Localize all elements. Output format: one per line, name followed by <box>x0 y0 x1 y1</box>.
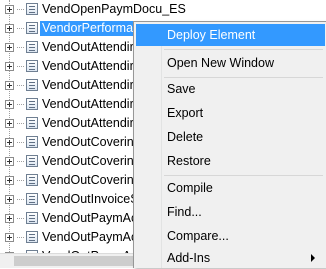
menu-item-label: Add-Ins <box>167 251 211 265</box>
menu-item-label: Export <box>167 106 204 120</box>
tree-node-label: VendOutAttendir <box>42 59 134 73</box>
tree-node-label: VendOutCoverin <box>42 154 134 168</box>
menu-item-label: Open New Window <box>167 56 274 70</box>
tree-node-label: VendorPerforma <box>40 21 136 36</box>
expand-icon[interactable] <box>5 24 14 33</box>
menu-item-deploy-element[interactable]: Deploy Element <box>136 24 325 46</box>
expand-icon[interactable] <box>5 43 14 52</box>
menu-item-restore[interactable]: Restore <box>136 150 325 172</box>
table-icon <box>26 136 38 148</box>
tree-node-label: VendOutAttendir <box>42 40 134 54</box>
menu-item-label: Find... <box>167 205 202 219</box>
menu-item-compare[interactable]: Compare... <box>136 225 325 247</box>
tree-connector <box>17 180 24 181</box>
table-icon <box>26 231 38 243</box>
tree-node-label: VendOutPaymAc <box>42 211 138 225</box>
menu-item-label: Restore <box>167 154 211 168</box>
expand-icon[interactable] <box>5 214 14 223</box>
menu-separator <box>164 49 323 50</box>
expand-icon[interactable] <box>5 138 14 147</box>
table-icon <box>26 212 38 224</box>
table-icon <box>26 3 38 15</box>
tree-connector <box>17 123 24 124</box>
menu-item-label: Deploy Element <box>167 28 256 42</box>
tree-node[interactable]: VendOpenPaymDocu_ES <box>0 0 326 19</box>
tree-node-label: VendOpenPaymDocu_ES <box>42 2 186 16</box>
tree-connector <box>17 199 24 200</box>
tree-node-label: VendOutCoverin <box>42 135 134 149</box>
tree-connector <box>17 9 24 10</box>
menu-item-label: Compare... <box>167 229 229 243</box>
tree-connector <box>17 66 24 67</box>
tree-connector <box>17 85 24 86</box>
menu-item-open-new-window[interactable]: Open New Window <box>136 52 325 74</box>
tree-node-label: VendOutAttendir <box>42 97 134 111</box>
expand-icon[interactable] <box>5 119 14 128</box>
table-icon <box>26 155 38 167</box>
menu-item-export[interactable]: Export <box>136 102 325 124</box>
expand-icon[interactable] <box>5 195 14 204</box>
menu-item-find[interactable]: Find... <box>136 201 325 223</box>
expand-icon[interactable] <box>5 5 14 14</box>
tree-node-label: VendOutAttendir <box>42 116 134 130</box>
menu-item-add-ins[interactable]: Add-Ins <box>136 247 325 269</box>
tree-connector <box>17 161 24 162</box>
menu-item-label: Compile <box>167 181 213 195</box>
tree-node-label: VendOutInvoiceS <box>42 192 139 206</box>
tree-connector <box>17 237 24 238</box>
tree-node-label: VendOutCoverin <box>42 173 134 187</box>
menu-item-label: Delete <box>167 130 204 144</box>
table-icon <box>26 98 38 110</box>
submenu-arrow-icon <box>311 254 315 262</box>
expand-icon[interactable] <box>5 62 14 71</box>
menu-item-label: Save <box>167 82 196 96</box>
table-icon <box>26 60 38 72</box>
tree-connector <box>17 28 24 29</box>
expand-icon[interactable] <box>5 100 14 109</box>
expand-icon[interactable] <box>5 81 14 90</box>
menu-item-compile[interactable]: Compile <box>136 177 325 199</box>
menu-item-delete[interactable]: Delete <box>136 126 325 148</box>
table-icon <box>26 193 38 205</box>
menu-item-save[interactable]: Save <box>136 78 325 100</box>
tree-node-label: VendOutAttendir <box>42 78 134 92</box>
tree-node-label: VendOutPaymAc <box>42 230 138 244</box>
context-menu: Deploy Element Open New Window Save Expo… <box>133 21 326 268</box>
expand-icon[interactable] <box>5 233 14 242</box>
tree-connector <box>17 142 24 143</box>
table-icon <box>26 22 38 34</box>
table-icon <box>26 117 38 129</box>
expand-icon[interactable] <box>5 157 14 166</box>
table-icon <box>26 79 38 91</box>
menu-separator <box>164 175 323 176</box>
expand-icon[interactable] <box>5 176 14 185</box>
table-icon <box>26 174 38 186</box>
tree-connector <box>17 104 24 105</box>
tree-connector <box>17 218 24 219</box>
tree-connector <box>17 47 24 48</box>
table-icon <box>26 41 38 53</box>
scrollbar-thumb[interactable] <box>14 256 134 266</box>
